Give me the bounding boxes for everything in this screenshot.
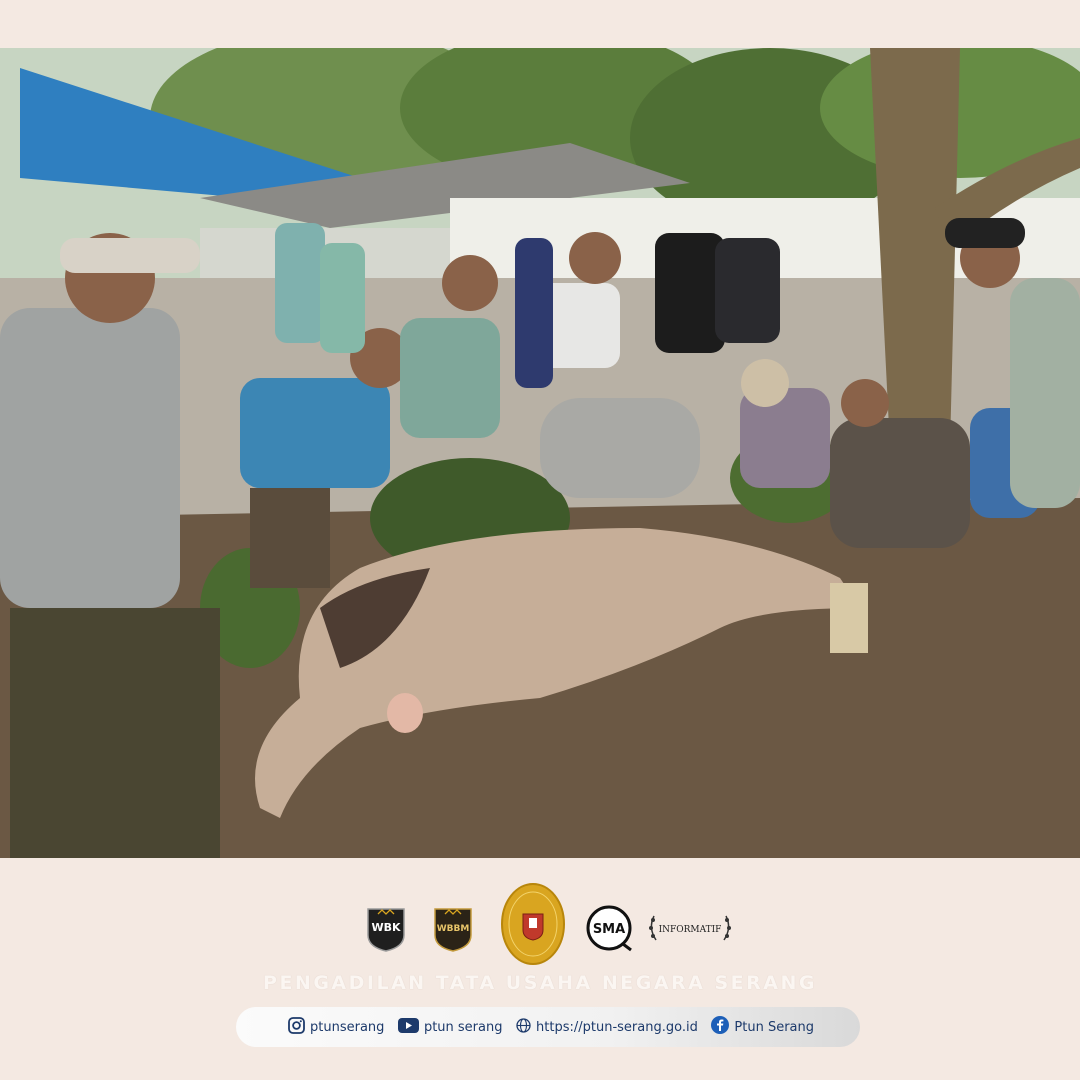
event-photo bbox=[0, 48, 1080, 858]
youtube-label: ptun serang bbox=[423, 1019, 503, 1035]
informatif-badge: INFORMATIF bbox=[646, 910, 734, 950]
court-seal bbox=[500, 882, 566, 970]
globe-icon bbox=[516, 1017, 531, 1037]
instagram-icon bbox=[288, 1016, 305, 1038]
instagram-label: ptunserang bbox=[310, 1019, 385, 1035]
logo-row: WBK WBBM SMA INFORMATIF bbox=[0, 880, 1080, 970]
wbbm-badge: WBBM bbox=[431, 905, 475, 957]
facebook-label: Ptun Serang bbox=[734, 1019, 814, 1035]
youtube-icon bbox=[397, 1017, 419, 1037]
facebook-icon bbox=[711, 1016, 730, 1038]
instagram-link[interactable]: ptunserang bbox=[288, 1016, 385, 1038]
svg-text:INFORMATIF: INFORMATIF bbox=[659, 925, 722, 935]
website-label: https://ptun-serang.go.id bbox=[536, 1019, 698, 1035]
photo-illustration bbox=[0, 48, 1080, 858]
svg-text:SMA: SMA bbox=[593, 922, 625, 937]
svg-text:WBK: WBK bbox=[371, 921, 401, 934]
organization-name: PENGADILAN TATA USAHA NEGARA SERANG bbox=[263, 972, 817, 994]
facebook-link[interactable]: Ptun Serang bbox=[711, 1016, 814, 1038]
svg-text:WBBM: WBBM bbox=[437, 924, 470, 934]
youtube-link[interactable]: ptun serang bbox=[397, 1017, 503, 1037]
website-link[interactable]: https://ptun-serang.go.id bbox=[516, 1017, 698, 1037]
social-links-bar: ptunserang ptun serang https://ptun-sera… bbox=[236, 1007, 860, 1047]
wbk-badge: WBK bbox=[364, 905, 408, 957]
sma-badge: SMA bbox=[585, 904, 633, 956]
